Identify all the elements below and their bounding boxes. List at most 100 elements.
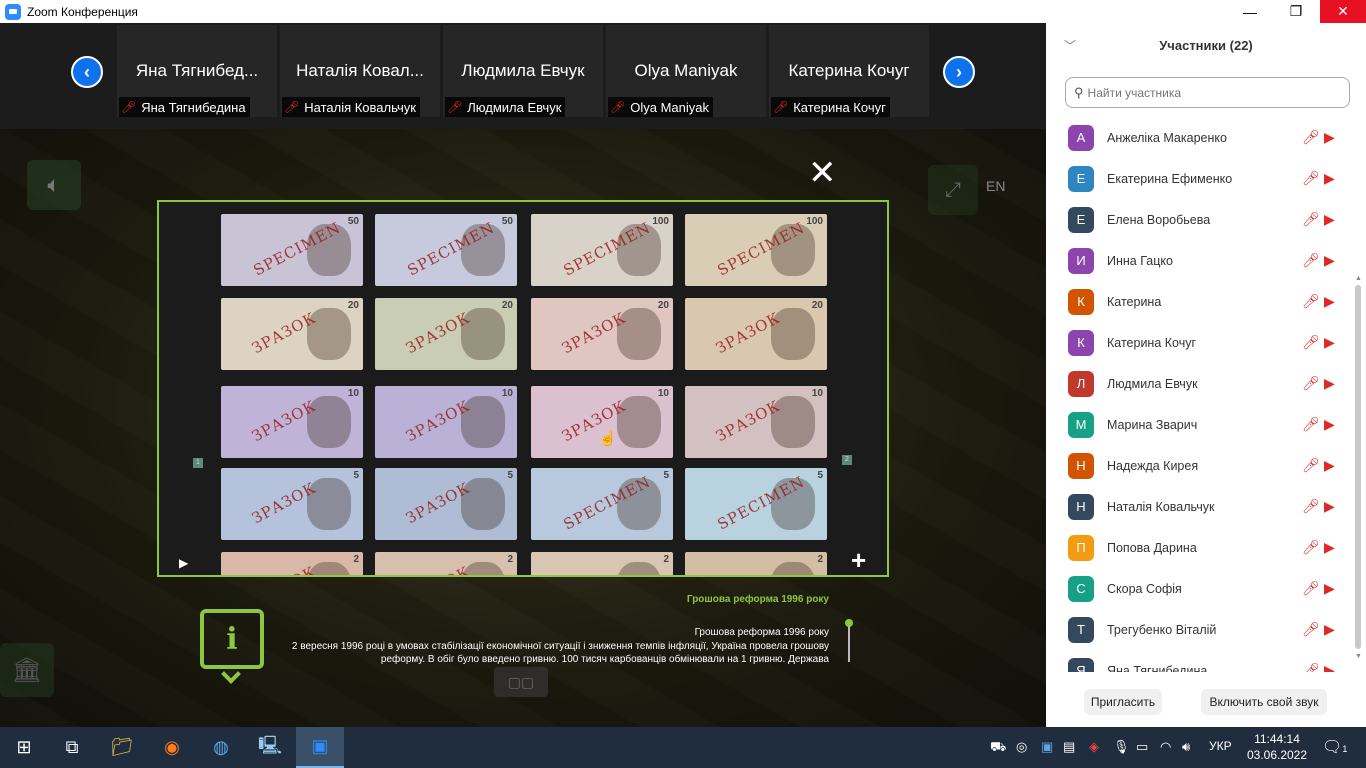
browser-icon[interactable]: ◍ <box>197 727 245 768</box>
banknote-denomination: 2 <box>817 554 823 565</box>
muted-mic-icon[interactable]: 🎤︎ <box>1302 211 1320 228</box>
muted-mic-icon[interactable]: 🎤︎ <box>1302 129 1320 146</box>
muted-mic-icon[interactable]: 🎤︎ <box>1302 170 1320 187</box>
video-off-icon[interactable]: ▶︎ <box>1324 334 1335 351</box>
tray-mic-icon[interactable]: 🎙︎ <box>1113 739 1130 755</box>
clock[interactable]: 11:44:14 03.06.2022 <box>1244 731 1310 763</box>
scroll-up-icon[interactable]: ▲ <box>1355 275 1362 282</box>
hand-cursor-icon: ☝ <box>599 430 617 446</box>
participant-row[interactable]: Н Надежда Кирея 🎤︎ ▶︎ <box>1046 445 1354 486</box>
video-tile[interactable]: Катерина Кочуг 🎤︎ Катерина Кочуг <box>769 25 929 117</box>
banknote-denomination: 50 <box>347 216 359 227</box>
video-off-icon[interactable]: ▶︎ <box>1324 662 1335 672</box>
participant-row[interactable]: Л Людмила Евчук 🎤︎ ▶︎ <box>1046 363 1354 404</box>
muted-mic-icon[interactable]: 🎤︎ <box>1302 662 1320 672</box>
tray-zoom-icon[interactable]: ▣ <box>1041 739 1053 755</box>
participant-row[interactable]: А Анжеліка Макаренко 🎤︎ ▶︎ <box>1046 117 1354 158</box>
tray-chat-icon[interactable]: ▤ <box>1063 739 1075 755</box>
participant-row[interactable]: Е Елена Воробьева 🎤︎ ▶︎ <box>1046 199 1354 240</box>
close-window-button[interactable]: ✕ <box>1320 0 1366 23</box>
tray-battery-icon[interactable]: ▭ <box>1136 739 1148 755</box>
participant-row[interactable]: Е Екатерина Ефименко 🎤︎ ▶︎ <box>1046 158 1354 199</box>
page-marker-left: 1 <box>193 458 203 468</box>
participant-row[interactable]: К Катерина 🎤︎ ▶︎ <box>1046 281 1354 322</box>
video-off-icon[interactable]: ▶︎ <box>1324 252 1335 269</box>
banknote-image: 5 ЗРАЗОК <box>221 468 363 540</box>
language-indicator[interactable]: УКР <box>1209 739 1232 753</box>
muted-mic-icon[interactable]: 🎤︎ <box>1302 621 1320 638</box>
video-off-icon[interactable]: ▶︎ <box>1324 498 1335 515</box>
prev-page-button[interactable]: ‹ <box>71 56 103 88</box>
banknote-denomination: 20 <box>811 300 823 311</box>
video-off-icon[interactable]: ▶︎ <box>1324 416 1335 433</box>
tray-network-app-icon[interactable]: ◎ <box>1016 739 1027 755</box>
muted-mic-icon[interactable]: 🎤︎ <box>1302 539 1320 556</box>
minimize-button[interactable]: — <box>1227 0 1273 23</box>
muted-mic-icon[interactable]: 🎤︎ <box>1302 580 1320 597</box>
muted-mic-icon[interactable]: 🎤︎ <box>1302 498 1320 515</box>
info-title: Грошова реформа 1996 року <box>686 594 829 605</box>
video-off-icon[interactable]: ▶︎ <box>1324 211 1335 228</box>
banknote-image: 2 ЗРАЗОК <box>375 552 517 575</box>
banknote-denomination: 20 <box>347 300 359 311</box>
windows-start-icon[interactable]: ⊞ <box>0 727 48 768</box>
participant-row[interactable]: П Попова Дарина 🎤︎ ▶︎ <box>1046 527 1354 568</box>
participant-row[interactable]: Я Яна Тягнибедина 🎤︎ ▶︎ <box>1046 650 1354 672</box>
file-explorer-icon[interactable]: 📁︎ <box>98 727 146 768</box>
participant-row[interactable]: И Инна Гацко 🎤︎ ▶︎ <box>1046 240 1354 281</box>
participant-row[interactable]: М Марина Зварич 🎤︎ ▶︎ <box>1046 404 1354 445</box>
muted-mic-icon[interactable]: 🎤︎ <box>1302 375 1320 392</box>
maximize-button[interactable]: ❐ <box>1273 0 1319 23</box>
muted-mic-icon[interactable]: 🎤︎ <box>1302 252 1320 269</box>
video-off-icon[interactable]: ▶︎ <box>1324 580 1335 597</box>
avatar: Н <box>1068 452 1094 479</box>
zoom-taskbar-icon[interactable]: ▣ <box>296 727 344 768</box>
participant-name: Марина Зварич <box>1107 417 1198 432</box>
participant-row[interactable]: Т Трегубенко Віталій 🎤︎ ▶︎ <box>1046 609 1354 650</box>
participant-name: Скора Софія <box>1107 581 1182 596</box>
muted-mic-icon[interactable]: 🎤︎ <box>1302 334 1320 351</box>
participant-row[interactable]: К Катерина Кочуг 🎤︎ ▶︎ <box>1046 322 1354 363</box>
muted-mic-icon[interactable]: 🎤︎ <box>1302 293 1320 310</box>
computer-icon[interactable]: 🖳︎ <box>246 727 294 768</box>
tray-app-icon[interactable]: ⛟ <box>990 739 1006 757</box>
tile-display-name: Катерина Кочуг <box>788 61 910 80</box>
video-off-icon[interactable]: ▶︎ <box>1324 621 1335 638</box>
firefox-icon[interactable]: ◉ <box>148 727 196 768</box>
banknote-image: 2 ЗРАЗОК <box>221 552 363 575</box>
tray-wifi-icon[interactable]: ◠ <box>1160 739 1171 755</box>
banknote-denomination: 20 <box>657 300 669 311</box>
video-off-icon[interactable]: ▶︎ <box>1324 129 1335 146</box>
video-off-icon[interactable]: ▶︎ <box>1324 375 1335 392</box>
video-tile[interactable]: Людмила Евчук 🎤︎ Людмила Евчук <box>443 25 603 117</box>
notification-icon[interactable]: 🗨︎1 <box>1322 737 1347 757</box>
participant-search-input[interactable] <box>1087 85 1328 100</box>
video-off-icon[interactable]: ▶︎ <box>1324 457 1335 474</box>
scroll-down-icon[interactable]: ▼ <box>1355 653 1362 660</box>
muted-mic-icon[interactable]: 🎤︎ <box>1302 457 1320 474</box>
next-page-button[interactable]: › <box>943 56 975 88</box>
video-tile[interactable]: Olya Maniyak 🎤︎ Olya Maniyak <box>606 25 766 117</box>
participant-row[interactable]: С Скора Софія 🎤︎ ▶︎ <box>1046 568 1354 609</box>
video-tile[interactable]: Яна Тягнибед... 🎤︎ Яна Тягнибедина <box>117 25 277 117</box>
tray-volume-icon[interactable]: 🔊︎ <box>1182 739 1190 755</box>
banknote-image: 10 ЗРАЗОК <box>375 386 517 458</box>
avatar: С <box>1068 575 1094 602</box>
participant-search[interactable]: ⚲ <box>1065 77 1350 108</box>
tile-label-text: Катерина Кочуг <box>793 99 886 115</box>
unmute-button[interactable]: Включить свой звук <box>1201 689 1327 715</box>
clock-time: 11:44:14 <box>1254 732 1300 746</box>
video-off-icon[interactable]: ▶︎ <box>1324 170 1335 187</box>
banknote-stamp: ЗРАЗОК <box>249 563 319 575</box>
gallery-icon: ▢▢ <box>494 667 548 697</box>
participants-scrollbar[interactable] <box>1355 285 1361 649</box>
muted-mic-icon[interactable]: 🎤︎ <box>1302 416 1320 433</box>
participant-row[interactable]: Н Наталія Ковальчук 🎤︎ ▶︎ <box>1046 486 1354 527</box>
task-view-icon[interactable]: ⧉ <box>48 727 96 768</box>
video-tile[interactable]: Наталія Ковал... 🎤︎ Наталія Ковальчук <box>280 25 440 117</box>
video-off-icon[interactable]: ▶︎ <box>1324 539 1335 556</box>
tray-amd-icon[interactable]: ◈ <box>1089 739 1099 755</box>
video-off-icon[interactable]: ▶︎ <box>1324 293 1335 310</box>
invite-button[interactable]: Пригласить <box>1084 689 1162 715</box>
play-icon: ▶ <box>179 556 189 570</box>
